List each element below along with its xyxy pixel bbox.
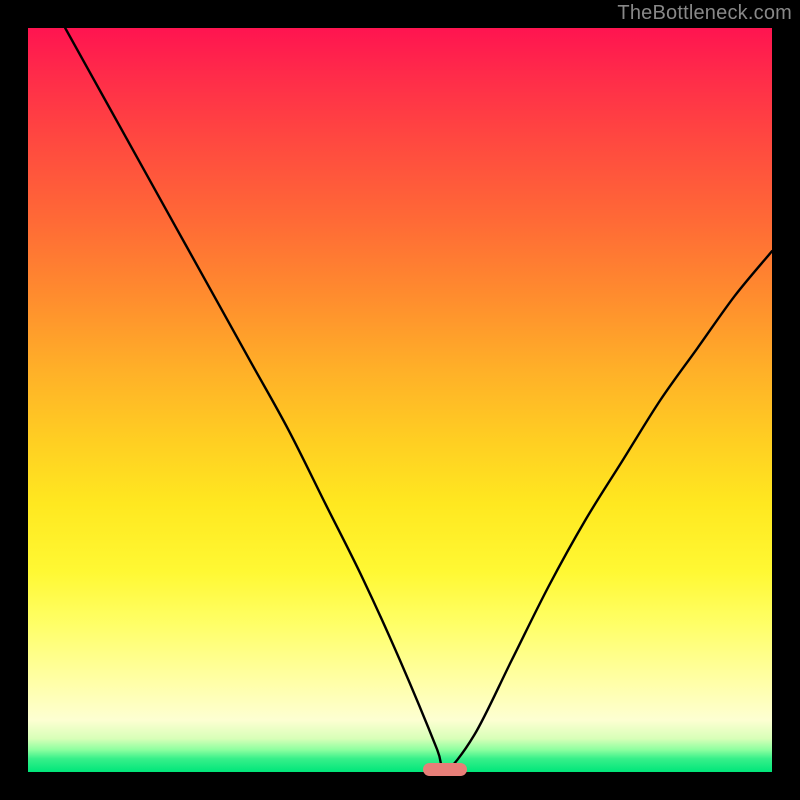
minimum-marker: [423, 763, 467, 776]
bottleneck-curve: [28, 28, 772, 772]
watermark-text: TheBottleneck.com: [617, 2, 792, 25]
chart-container: TheBottleneck.com: [0, 0, 800, 800]
plot-area: [28, 28, 772, 772]
